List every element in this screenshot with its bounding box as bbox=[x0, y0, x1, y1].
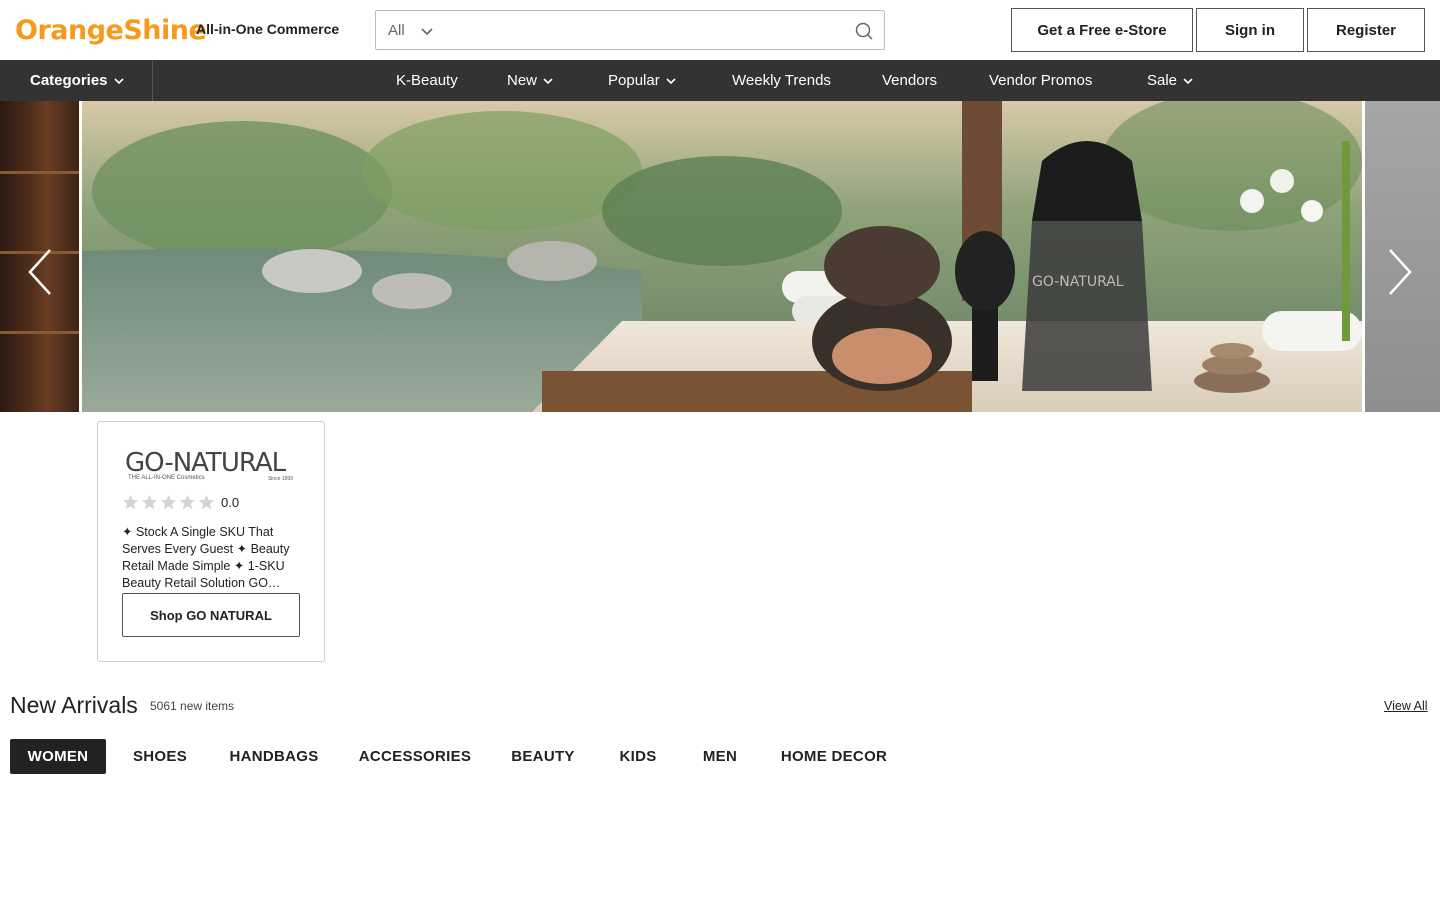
vendor-description: ✦ Stock A Single SKU That Serves Every G… bbox=[122, 525, 290, 590]
nav-item-label: K-Beauty bbox=[396, 72, 458, 89]
site-logo[interactable]: OrangeShine bbox=[15, 12, 207, 48]
star-icon bbox=[198, 494, 215, 510]
tab-home-decor[interactable]: HOME DECOR bbox=[770, 739, 898, 774]
chevron-down-icon[interactable] bbox=[420, 24, 434, 38]
tagline: All-in-One Commerce bbox=[196, 21, 340, 37]
star-icon bbox=[160, 494, 177, 510]
hero-carousel: GO-NATURAL bbox=[0, 101, 1440, 412]
nav-item-label: New bbox=[507, 72, 538, 89]
star-icon bbox=[141, 494, 158, 510]
vendor-logo-subtitle: THE ALL-IN-ONE Cosmetics bbox=[128, 475, 205, 481]
nav-item-label: Vendor Promos bbox=[989, 72, 1093, 89]
new-arrivals-count: 5061 new items bbox=[150, 699, 235, 713]
vendor-card: GO-NATURAL THE ALL-IN-ONE Cosmetics Sinc… bbox=[97, 421, 325, 662]
tab-beauty[interactable]: BEAUTY bbox=[500, 739, 586, 774]
chevron-left-icon[interactable] bbox=[22, 246, 58, 298]
nav-item-sale[interactable]: Sale bbox=[1147, 60, 1194, 101]
vendor-logo-since: Since 1999 bbox=[267, 476, 293, 482]
banner-image: GO-NATURAL bbox=[82, 101, 1362, 412]
chevron-down-icon bbox=[666, 77, 676, 84]
search-icon[interactable] bbox=[854, 21, 874, 41]
vendor-rating: 0.0 bbox=[122, 494, 239, 511]
sign-in-button[interactable]: Sign in bbox=[1196, 8, 1304, 52]
tab-shoes[interactable]: SHOES bbox=[120, 739, 200, 774]
nav-item-weekly-trends[interactable]: Weekly Trends bbox=[732, 60, 831, 101]
carousel-slide-active[interactable]: GO-NATURAL bbox=[82, 101, 1362, 412]
vendor-logo[interactable]: GO-NATURAL THE ALL-IN-ONE Cosmetics Sinc… bbox=[125, 448, 301, 486]
chevron-down-icon bbox=[113, 77, 124, 84]
chevron-right-icon[interactable] bbox=[1382, 246, 1418, 298]
rating-value: 0.0 bbox=[221, 495, 240, 510]
nav-item-label: Weekly Trends bbox=[732, 72, 831, 89]
logo-text: OrangeShine bbox=[15, 14, 207, 46]
vendor-logo-text: GO-NATURAL bbox=[125, 448, 286, 478]
register-button[interactable]: Register bbox=[1307, 8, 1425, 52]
tab-handbags[interactable]: HANDBAGS bbox=[220, 739, 328, 774]
search-category-select[interactable]: All bbox=[388, 22, 405, 39]
nav-item-label: Vendors bbox=[882, 72, 938, 89]
main-nav: Categories K-Beauty New Popular Weekly T… bbox=[0, 60, 1440, 101]
tab-kids[interactable]: KIDS bbox=[608, 739, 668, 774]
shop-vendor-button[interactable]: Shop GO NATURAL bbox=[122, 593, 300, 637]
new-arrivals-title: New Arrivals bbox=[10, 692, 138, 718]
nav-item-label: Popular bbox=[608, 72, 660, 89]
site-header: OrangeShine All-in-One Commerce All Get … bbox=[0, 0, 1440, 60]
categories-menu[interactable]: Categories bbox=[0, 60, 153, 101]
search-bar: All bbox=[375, 10, 885, 50]
banner-product-logo: GO-NATURAL bbox=[1032, 274, 1124, 290]
categories-label: Categories bbox=[30, 72, 108, 89]
view-all-link[interactable]: View All bbox=[1384, 699, 1428, 713]
chevron-down-icon bbox=[1183, 77, 1193, 84]
tab-men[interactable]: MEN bbox=[692, 739, 748, 774]
star-icon bbox=[122, 494, 139, 510]
chevron-down-icon bbox=[543, 77, 553, 84]
nav-item-popular[interactable]: Popular bbox=[608, 60, 677, 101]
search-input[interactable] bbox=[448, 15, 838, 45]
nav-item-k-beauty[interactable]: K-Beauty bbox=[396, 60, 458, 101]
star-icon bbox=[179, 494, 196, 510]
nav-item-vendor-promos[interactable]: Vendor Promos bbox=[989, 60, 1092, 101]
tab-accessories[interactable]: ACCESSORIES bbox=[350, 739, 480, 774]
nav-item-label: Sale bbox=[1147, 72, 1178, 89]
nav-item-vendors[interactable]: Vendors bbox=[882, 60, 937, 101]
nav-item-new[interactable]: New bbox=[507, 60, 554, 101]
get-free-estore-button[interactable]: Get a Free e-Store bbox=[1011, 8, 1193, 52]
tab-women[interactable]: WOMEN bbox=[10, 739, 106, 774]
